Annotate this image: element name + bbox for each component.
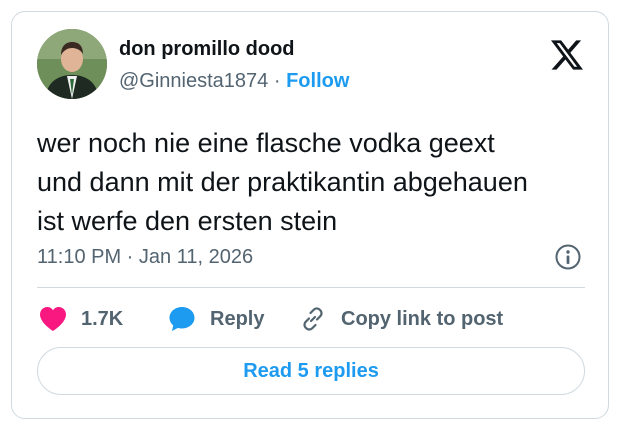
divider bbox=[37, 287, 585, 288]
tweet-line: ist werfe den ersten stein bbox=[37, 206, 338, 236]
info-icon[interactable] bbox=[554, 243, 582, 271]
copy-link-label: Copy link to post bbox=[341, 307, 504, 330]
tweet-line: und dann mit der praktikantin abgehauen bbox=[37, 167, 528, 197]
reply-button[interactable]: Reply bbox=[168, 304, 264, 334]
avatar[interactable] bbox=[37, 29, 107, 99]
speech-bubble-icon bbox=[168, 305, 196, 333]
tweet-card: don promillo dood @Ginniesta1874 · Follo… bbox=[11, 11, 609, 419]
reply-label: Reply bbox=[210, 307, 265, 330]
x-logo-icon[interactable] bbox=[551, 40, 583, 70]
like-count: 1.7K bbox=[81, 307, 124, 330]
link-icon bbox=[299, 305, 327, 333]
heart-icon bbox=[39, 306, 67, 332]
tweet-text: wer noch nie eine flasche vodka geext un… bbox=[37, 124, 597, 241]
handle-row: @Ginniesta1874 · Follow bbox=[119, 70, 349, 93]
avatar-image bbox=[37, 29, 107, 99]
follow-button[interactable]: Follow bbox=[286, 70, 349, 92]
like-button[interactable]: 1.7K bbox=[39, 304, 123, 334]
display-name[interactable]: don promillo dood bbox=[119, 38, 295, 61]
read-replies-button[interactable]: Read 5 replies bbox=[37, 347, 585, 395]
copy-link-button[interactable]: Copy link to post bbox=[299, 304, 503, 334]
separator-dot: · bbox=[273, 70, 287, 92]
timestamp-link[interactable]: 11:10 PM · Jan 11, 2026 bbox=[37, 246, 253, 269]
user-handle[interactable]: @Ginniesta1874 bbox=[119, 70, 268, 92]
tweet-line: wer noch nie eine flasche vodka geext bbox=[37, 128, 495, 158]
